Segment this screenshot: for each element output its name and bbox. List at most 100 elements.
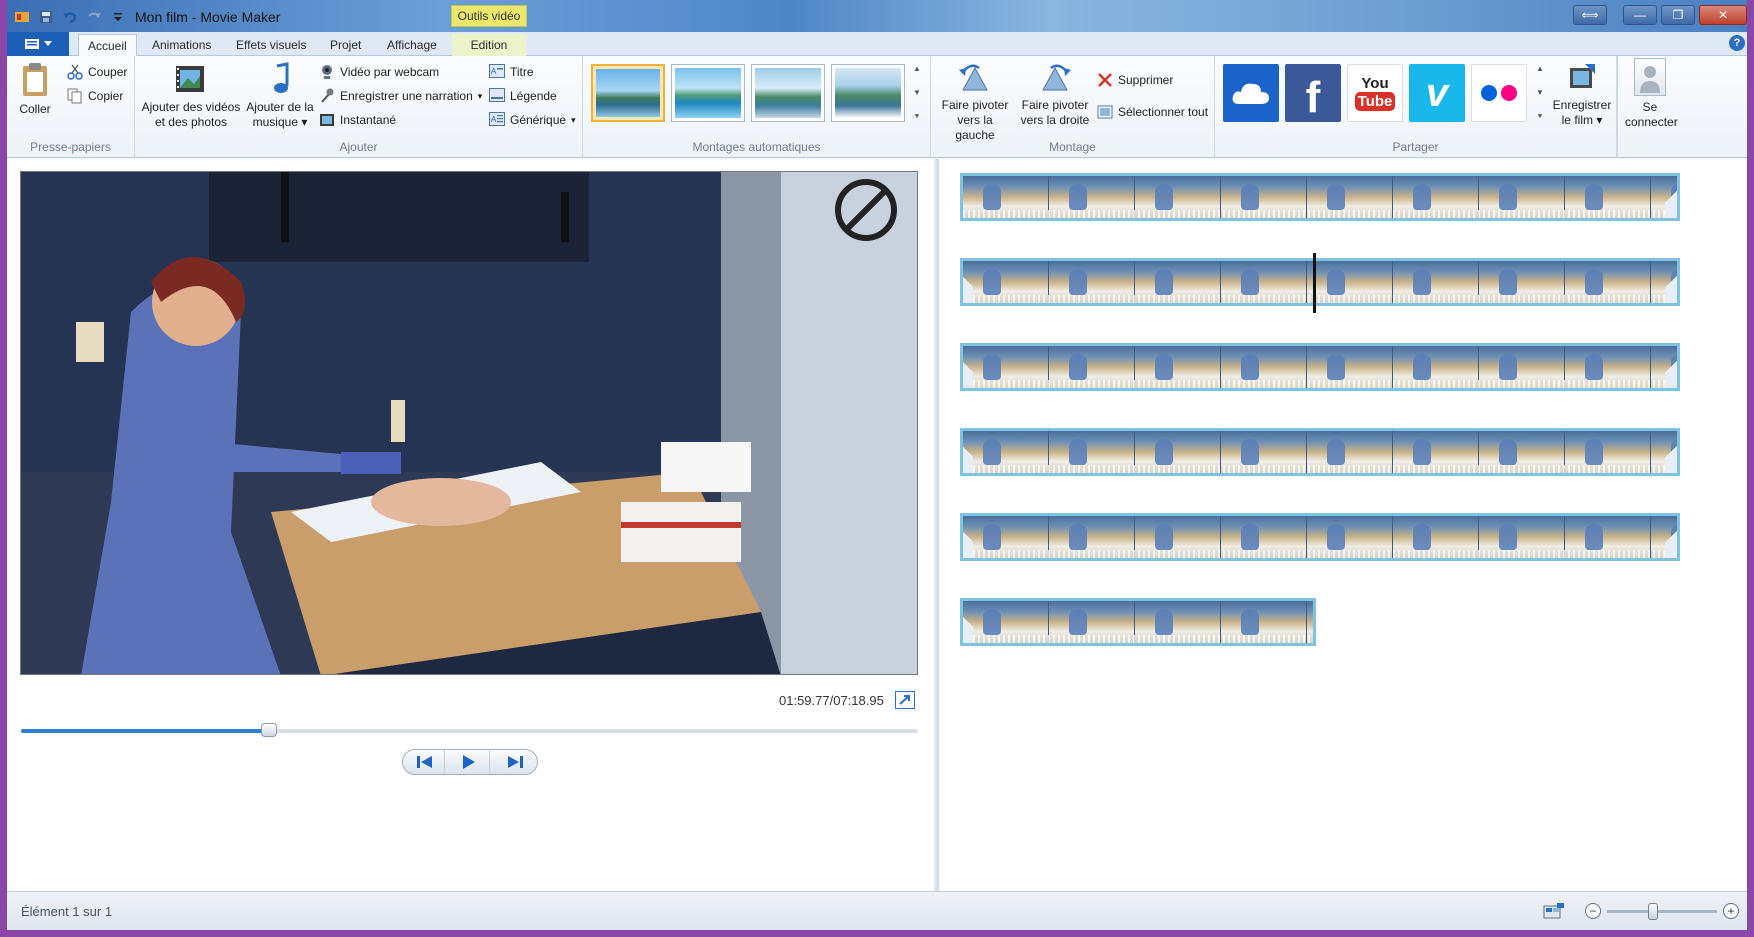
copy-button[interactable]: Copier xyxy=(67,86,123,106)
timeline-clip-row[interactable] xyxy=(960,513,1680,561)
playhead-cursor[interactable] xyxy=(1313,253,1316,313)
rotate-right-button[interactable]: Faire pivoter vers la droite xyxy=(1019,62,1091,128)
seek-thumb[interactable] xyxy=(261,723,278,737)
close-button[interactable]: ✕ xyxy=(1699,5,1747,25)
svg-text:A: A xyxy=(491,115,497,124)
timeline-clip-row[interactable] xyxy=(960,173,1680,221)
gallery-scroll-down-icon[interactable]: ▼ xyxy=(913,88,921,97)
next-frame-button[interactable] xyxy=(495,750,535,774)
add-videos-photos-button[interactable]: Ajouter des vidéos et des photos xyxy=(139,62,243,130)
delete-button[interactable]: Supprimer xyxy=(1097,70,1173,90)
theme-thumbnail[interactable] xyxy=(751,64,825,122)
gallery-more-icon[interactable]: ⯆ xyxy=(914,112,920,122)
caption-button[interactable]: Légende xyxy=(489,86,557,106)
select-all-label: Sélectionner tout xyxy=(1118,105,1209,119)
file-menu-button[interactable] xyxy=(7,32,69,56)
theme-thumbnail[interactable] xyxy=(591,64,665,122)
record-narration-button[interactable]: Enregistrer une narration ▾ xyxy=(319,86,482,106)
clipboard-group-label: Presse-papiers xyxy=(30,140,111,154)
redo-icon[interactable] xyxy=(85,8,103,26)
credits-button[interactable]: A Générique ▾ xyxy=(489,110,576,130)
rotate-left-button[interactable]: Faire pivoter vers la gauche xyxy=(939,62,1011,143)
next-frame-icon xyxy=(507,756,523,768)
zoom-slider[interactable] xyxy=(1607,902,1717,920)
audio-waveform xyxy=(963,465,1677,473)
group-editing: Faire pivoter vers la gauche Faire pivot… xyxy=(931,56,1215,158)
save-movie-icon xyxy=(1567,62,1597,94)
add-videos-label-2: et des photos xyxy=(154,115,228,129)
clip-row-end xyxy=(1665,346,1677,388)
previous-frame-button[interactable] xyxy=(405,750,446,774)
paste-button[interactable]: Coller xyxy=(13,62,57,117)
onedrive-icon[interactable] xyxy=(1223,64,1279,122)
microphone-icon xyxy=(321,88,334,103)
sign-in-label-1: Se xyxy=(1642,100,1658,114)
ribbon-tabs: Accueil Animations Effets visuels Projet… xyxy=(7,32,1747,56)
snapshot-button[interactable]: Instantané xyxy=(319,110,396,130)
video-preview[interactable] xyxy=(20,171,918,675)
save-movie-label-1: Enregistrer xyxy=(1552,98,1612,112)
undo-icon[interactable] xyxy=(61,8,79,26)
narration-dropdown-icon: ▾ xyxy=(477,90,483,101)
play-icon xyxy=(463,755,476,769)
rotate-left-label-1: Faire pivoter xyxy=(941,98,1009,112)
save-icon[interactable] xyxy=(37,8,55,26)
playback-timecode: 01:59.77/07:18.95 xyxy=(779,693,884,708)
add-music-button[interactable]: Ajouter de la musique ▾ xyxy=(245,62,315,130)
quick-access-toolbar xyxy=(13,8,127,26)
timeline-clip-row[interactable] xyxy=(960,343,1680,391)
save-movie-button[interactable]: Enregistrer le film ▾ xyxy=(1543,62,1621,128)
rotate-right-label-1: Faire pivoter xyxy=(1021,98,1089,112)
restore-down-button[interactable]: ⟺ xyxy=(1573,5,1607,25)
timeline-clip-row[interactable] xyxy=(960,598,1316,646)
cut-button[interactable]: Couper xyxy=(67,62,127,82)
help-icon[interactable]: ? xyxy=(1729,35,1745,51)
timeline-clip-row[interactable] xyxy=(960,428,1680,476)
snapshot-label: Instantané xyxy=(340,113,397,127)
tab-effets-visuels[interactable]: Effets visuels xyxy=(227,34,315,56)
window-controls: ⟺ — ❐ ✕ xyxy=(1573,5,1747,25)
theme-thumbnail[interactable] xyxy=(671,64,745,122)
menu-doc-icon xyxy=(25,39,39,49)
zoom-slider-thumb[interactable] xyxy=(1648,902,1659,920)
clip-row-end xyxy=(1665,176,1677,218)
delete-label: Supprimer xyxy=(1118,73,1174,87)
tab-animations[interactable]: Animations xyxy=(143,34,220,56)
facebook-icon[interactable]: f xyxy=(1285,64,1341,122)
user-avatar-icon xyxy=(1634,58,1666,96)
minimize-button[interactable]: — xyxy=(1623,5,1657,25)
zoom-in-button[interactable]: + xyxy=(1723,903,1739,919)
youtube-icon[interactable]: You Tube xyxy=(1347,64,1403,122)
rotate-right-label-2: vers la droite xyxy=(1020,113,1090,127)
credits-dropdown-icon: ▾ xyxy=(571,114,576,125)
app-icon[interactable] xyxy=(13,8,31,26)
tab-affichage[interactable]: Affichage xyxy=(378,34,446,56)
caption-icon xyxy=(489,88,505,102)
select-all-icon xyxy=(1097,105,1113,119)
tab-accueil[interactable]: Accueil xyxy=(78,34,137,56)
tab-projet[interactable]: Projet xyxy=(321,34,370,56)
title-button[interactable]: A Titre xyxy=(489,62,534,82)
flickr-icon[interactable] xyxy=(1471,64,1527,122)
clip-row-start xyxy=(963,431,973,473)
vimeo-icon[interactable]: v xyxy=(1409,64,1465,122)
sign-in-button[interactable]: Se connecter xyxy=(1625,58,1678,130)
expand-arrow-icon xyxy=(899,695,910,705)
tab-edition[interactable]: Edition xyxy=(452,34,526,56)
storyboard-view-icon[interactable] xyxy=(1543,902,1565,920)
theme-thumbnail[interactable] xyxy=(831,64,905,122)
window-title: Mon film - Movie Maker xyxy=(135,9,281,25)
chevron-down-icon xyxy=(44,41,52,46)
timeline-clip-row[interactable] xyxy=(960,258,1680,306)
seek-bar[interactable] xyxy=(21,723,918,737)
rotate-left-label-2: vers la gauche xyxy=(955,113,995,142)
maximize-button[interactable]: ❐ xyxy=(1661,5,1695,25)
gallery-scroll-up-icon[interactable]: ▲ xyxy=(913,64,921,73)
zoom-out-button[interactable]: − xyxy=(1585,903,1601,919)
webcam-video-button[interactable]: Vidéo par webcam xyxy=(319,62,439,82)
fullscreen-button[interactable] xyxy=(895,691,915,709)
pane-splitter[interactable] xyxy=(934,159,939,891)
play-button[interactable] xyxy=(450,750,490,774)
customize-toolbar-icon[interactable] xyxy=(109,8,127,26)
select-all-button[interactable]: Sélectionner tout xyxy=(1097,102,1208,122)
